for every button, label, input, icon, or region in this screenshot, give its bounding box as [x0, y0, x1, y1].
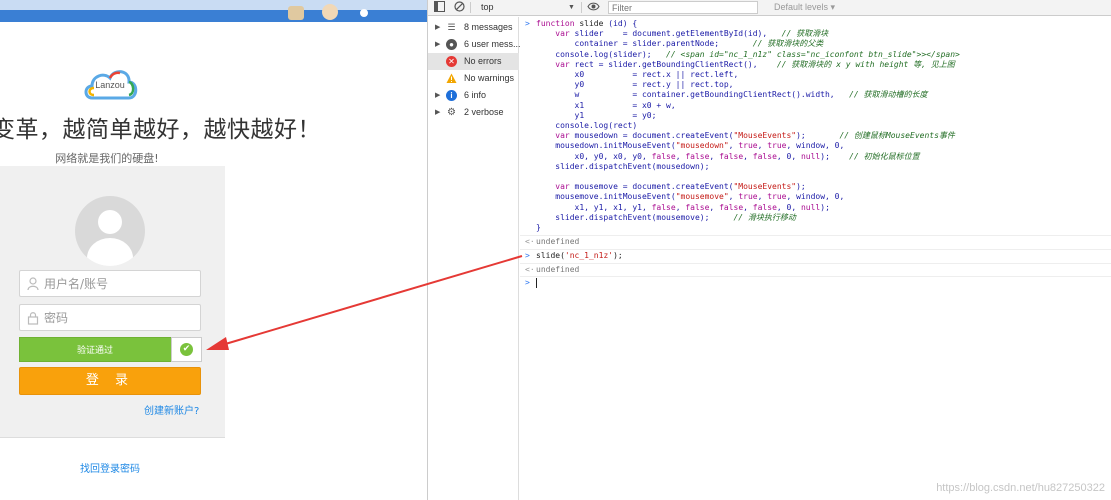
- forgot-password-link[interactable]: 找回登录密码: [80, 460, 140, 475]
- console-divider: [520, 249, 1111, 250]
- clear-console-icon[interactable]: [453, 1, 466, 14]
- input-prompt-icon: >: [525, 278, 530, 287]
- console-output[interactable]: > function slide (id) { var slider = doc…: [520, 17, 1111, 500]
- console-toolbar: top ▼ Default levels ▾: [428, 0, 1111, 16]
- banner-figure-icon: [288, 6, 304, 20]
- expand-arrow-icon: ▶: [435, 41, 441, 48]
- top-banner: [0, 0, 427, 22]
- page-subslogan: 网络就是我们的硬盘!: [55, 152, 159, 165]
- avatar-body-icon: [87, 238, 133, 266]
- avatar: [75, 196, 145, 266]
- username-input[interactable]: [44, 275, 194, 293]
- result-arrow-icon: <·: [525, 237, 535, 246]
- sidebar-item-label: No warnings: [464, 73, 515, 83]
- console-divider: [520, 263, 1111, 264]
- lock-icon: [27, 312, 39, 325]
- page-slogan: 变革，越简单越好，越快越好！: [0, 117, 321, 143]
- log-levels-dropdown[interactable]: Default levels ▾: [774, 0, 835, 15]
- sidebar-item-label: 6 info: [464, 90, 487, 100]
- sidebar-item-label: 6 user mess...: [464, 39, 521, 49]
- captcha-slider[interactable]: 验证通过 ✔: [19, 337, 202, 362]
- info-icon: i: [446, 90, 457, 101]
- expand-arrow-icon: ▶: [435, 24, 441, 31]
- expand-arrow-icon: ▶: [435, 109, 441, 116]
- console-sidebar: ▶ ☰ 8 messages ▶ ● 6 user mess... ✕ No e…: [428, 17, 521, 500]
- sidebar-item-messages[interactable]: ▶ ☰ 8 messages: [428, 19, 519, 36]
- warning-icon: [446, 73, 457, 83]
- console-command-arg: 'nc_1_n1z': [564, 251, 614, 260]
- password-input[interactable]: [44, 309, 194, 327]
- filter-input[interactable]: [608, 1, 758, 14]
- console-command: slide('nc_1_n1z');: [536, 251, 623, 260]
- sidebar-item-info[interactable]: ▶ i 6 info: [428, 87, 519, 104]
- sidebar-item-warnings[interactable]: No warnings: [428, 70, 519, 87]
- code-entry: function slide (id) { var slider = docum…: [520, 17, 1111, 233]
- sidebar-item-errors[interactable]: ✕ No errors: [428, 53, 519, 70]
- devtools-panel: top ▼ Default levels ▾ ▶ ☰ 8 messages ▶ …: [427, 0, 1111, 500]
- console-result: undefined: [536, 265, 580, 274]
- verbose-icon: ⚙: [447, 107, 456, 118]
- context-dropdown-icon[interactable]: ▼: [568, 0, 575, 15]
- watermark: https://blog.csdn.net/hu827250322: [936, 482, 1105, 494]
- error-icon: ✕: [446, 56, 457, 67]
- slider-status-text: 验证通过: [76, 346, 113, 356]
- banner-dot-icon: [360, 9, 368, 17]
- toolbar-separator: [470, 2, 471, 13]
- sidebar-item-user-messages[interactable]: ▶ ● 6 user mess...: [428, 36, 521, 53]
- expand-arrow-icon: ▶: [435, 92, 441, 99]
- console-divider: [520, 276, 1111, 277]
- code-text: function slide (id) { var slider = docum…: [536, 19, 960, 233]
- password-field[interactable]: [19, 304, 201, 331]
- slider-handle[interactable]: ✔: [171, 337, 202, 362]
- login-button[interactable]: 登 录: [19, 367, 201, 395]
- avatar-head-icon: [98, 210, 122, 234]
- result-arrow-icon: <·: [525, 265, 535, 274]
- user-icon: ●: [446, 39, 457, 50]
- sidebar-item-label: 8 messages: [464, 22, 513, 32]
- list-icon: ☰: [447, 22, 456, 32]
- banner-character-icon: [322, 4, 338, 20]
- username-field[interactable]: [19, 270, 201, 297]
- console-result: undefined: [536, 237, 580, 246]
- eye-icon[interactable]: [587, 1, 600, 14]
- sidebar-item-label: No errors: [464, 56, 502, 66]
- user-icon: [27, 277, 39, 291]
- context-selector[interactable]: top: [474, 0, 576, 15]
- login-page: Lanzou 变革，越简单越好，越快越好！ 网络就是我们的硬盘! 用户名/账号 …: [0, 0, 427, 500]
- toolbar-separator: [581, 2, 582, 13]
- login-card: 验证通过 ✔ 登 录 创建新账户?: [0, 166, 225, 438]
- check-icon: ✔: [180, 343, 193, 356]
- sidebar-toggle-icon[interactable]: [433, 1, 446, 14]
- context-value: top: [481, 2, 494, 12]
- sidebar-item-label: 2 verbose: [464, 107, 504, 117]
- console-caret[interactable]: [536, 278, 537, 288]
- screenshot-root: Lanzou 变革，越简单越好，越快越好！ 网络就是我们的硬盘! 用户名/账号 …: [0, 0, 1111, 500]
- sidebar-item-verbose[interactable]: ▶ ⚙ 2 verbose: [428, 104, 519, 121]
- logo-text: Lanzou: [95, 80, 125, 90]
- input-prompt-icon: >: [525, 251, 530, 260]
- console-divider: [520, 235, 1111, 236]
- create-account-link[interactable]: 创建新账户?: [144, 402, 199, 417]
